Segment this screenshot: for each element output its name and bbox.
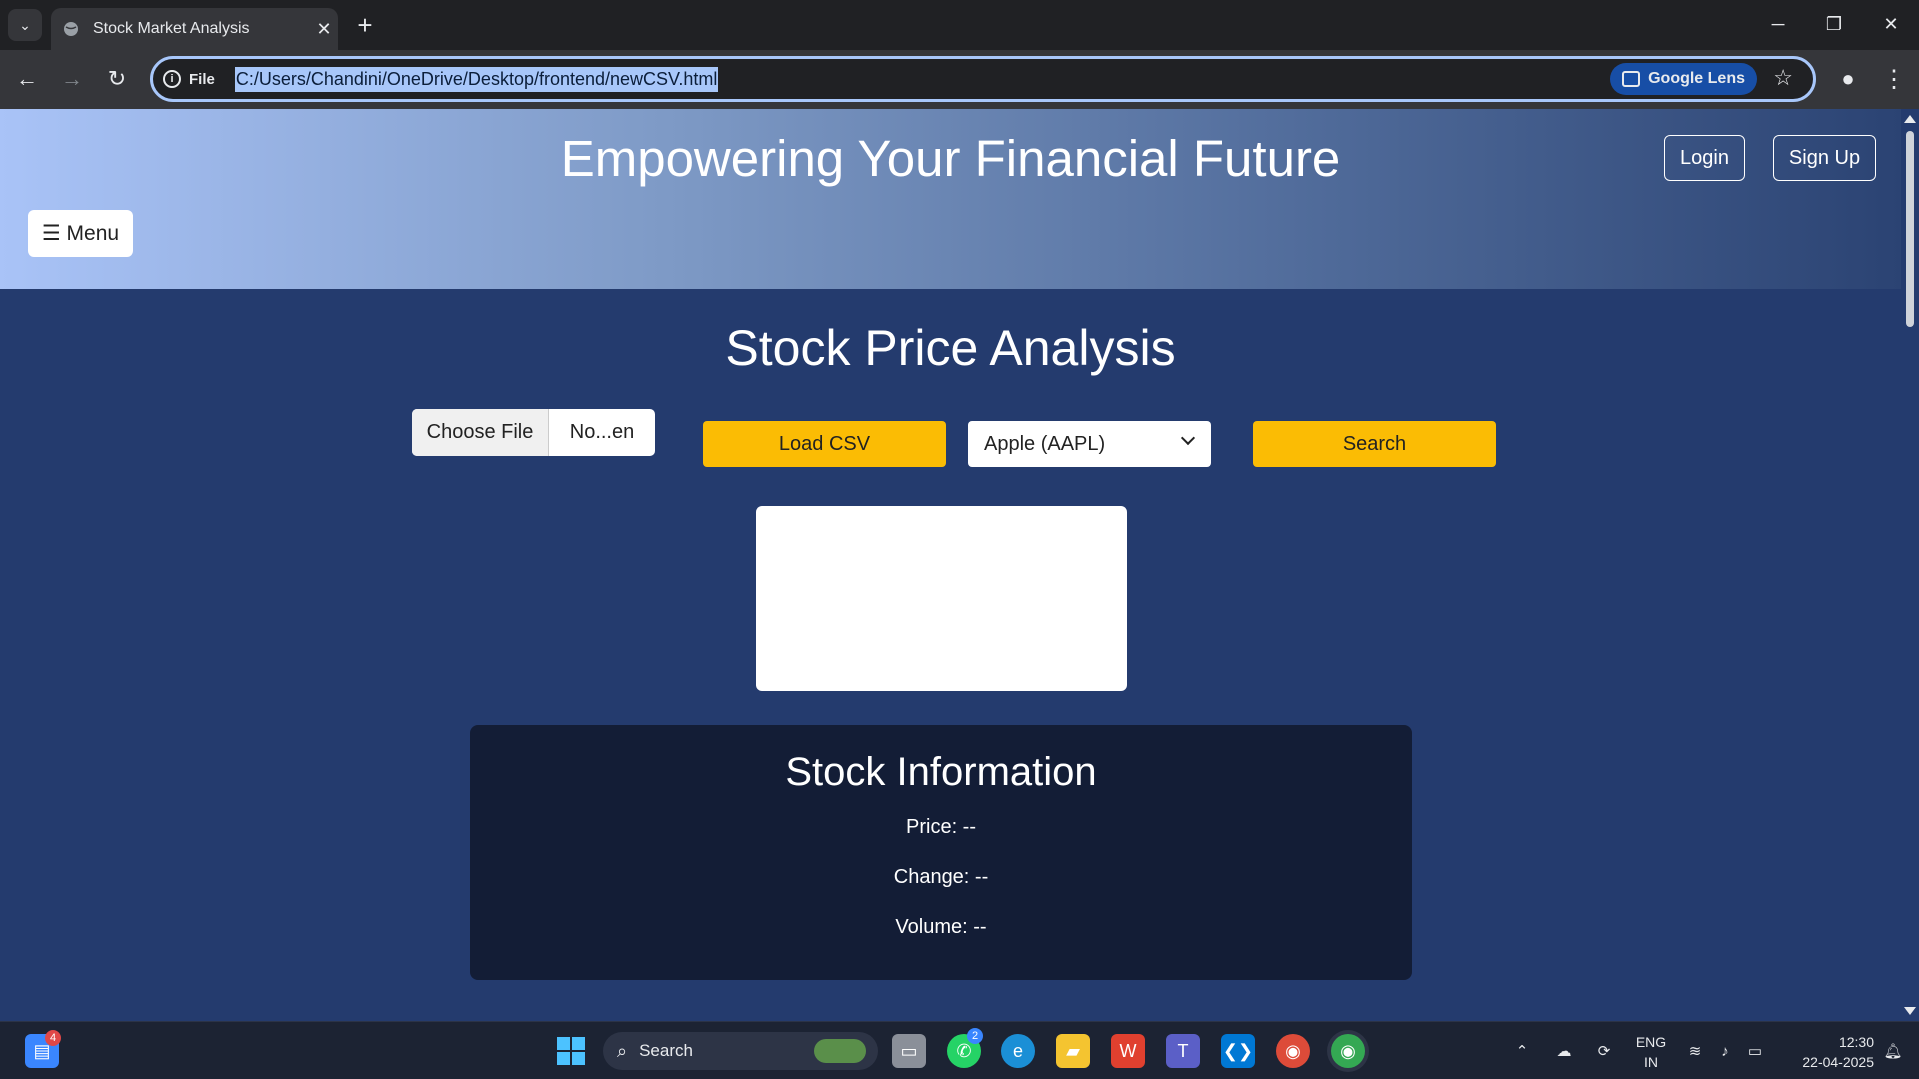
search-button[interactable]: Search [1253,421,1496,467]
choose-file-button[interactable]: Choose File [412,409,549,456]
stock-info-title: Stock Information [785,750,1097,794]
page-viewport: Empowering Your Financial Future Login S… [0,109,1901,1021]
lang-bottom: IN [1644,1054,1658,1070]
address-bar[interactable]: i File C:/Users/Chandini/OneDrive/Deskto… [150,56,1816,102]
tab-search-button[interactable]: ⌄ [8,9,42,41]
load-csv-button[interactable]: Load CSV [703,421,946,467]
chrome-profile-icon[interactable]: ◉ [1276,1034,1310,1068]
lang-top: ENG [1635,1034,1667,1050]
restore-button[interactable]: ❐ [1814,8,1854,40]
page-scrollbar[interactable] [1901,109,1919,1021]
store-icon[interactable]: ▤ 4 [25,1030,61,1068]
whatsapp-icon[interactable]: ✆ 2 [947,1028,983,1068]
reload-button[interactable]: ↻ [100,62,134,96]
volume-text: Volume: -- [895,916,987,938]
scroll-up-arrow-icon[interactable] [1904,115,1916,123]
file-name-text: No...en [569,421,635,443]
notification-bell-icon[interactable]: 🔔︎ [1880,1022,1906,1079]
url-text[interactable]: C:/Users/Chandini/OneDrive/Desktop/front… [234,66,719,92]
file-input[interactable]: Choose File No...en [412,409,655,456]
file-explorer-icon[interactable]: ▰ [1056,1034,1090,1068]
back-button[interactable]: ← [10,62,44,96]
info-icon: i [163,70,181,88]
volume-icon[interactable]: ♪ [1713,1022,1737,1079]
system-clock[interactable]: 12:30 22-04-2025 [1780,1032,1874,1072]
stock-info-panel: Stock Information Price: -- Change: -- V… [470,725,1412,980]
camera-icon [1622,71,1641,87]
login-button[interactable]: Login [1664,135,1745,181]
google-lens-button[interactable]: Google Lens [1610,63,1757,95]
taskbar-search-box[interactable]: ⌕ Search [603,1032,878,1070]
minimize-button[interactable]: ─ [1758,8,1798,40]
more-menu-icon[interactable]: ⋮ [1879,62,1909,96]
sync-icon[interactable]: ⟳ [1590,1022,1618,1079]
edge-icon[interactable]: e [1001,1034,1035,1068]
clock-time: 12:30 [1838,1034,1874,1050]
browser-tabstrip: ⌄ Stock Market Analysis ✕ + ─ ❐ ✕ [0,0,1919,50]
signup-button[interactable]: Sign Up [1773,135,1876,181]
site-label: File [189,70,215,88]
tab-stock-market-analysis[interactable]: Stock Market Analysis ✕ [51,8,338,50]
google-lens-label: Google Lens [1648,70,1745,87]
site-info-chip[interactable]: i File [163,70,215,88]
onedrive-icon[interactable]: ☁ [1550,1022,1578,1079]
hero-title: Empowering Your Financial Future [560,130,1341,187]
page-title: Stock Price Analysis [725,320,1176,376]
whatsapp-badge: 2 [967,1028,983,1044]
close-window-button[interactable]: ✕ [1871,8,1911,40]
scroll-thumb[interactable] [1906,131,1914,327]
taskbar-search-label: Search [639,1041,693,1060]
chart-canvas [756,506,1127,691]
scroll-down-arrow-icon[interactable] [1904,1007,1916,1015]
chevron-down-icon: ⌄ [19,16,31,33]
wifi-icon[interactable]: ≋ [1683,1022,1707,1079]
clock-date: 22-04-2025 [1802,1054,1874,1070]
chrome-icon[interactable]: ◉ [1331,1034,1365,1068]
tab-title: Stock Market Analysis [93,20,250,37]
show-hidden-icons-chevron-icon[interactable]: ⌃ [1510,1022,1534,1079]
windows-start-icon[interactable] [554,1034,588,1068]
browser-toolbar: ← → ↻ i File C:/Users/Chandini/OneDrive/… [0,50,1919,109]
tab-close-icon[interactable]: ✕ [310,19,338,40]
chevron-down-icon [1180,430,1196,446]
globe-icon [64,22,78,36]
profile-icon[interactable]: ● [1833,64,1863,94]
price-text: Price: -- [906,816,976,838]
language-indicator[interactable]: ENG IN [1628,1032,1674,1072]
stock-select[interactable]: Apple (AAPL) [968,421,1211,467]
windows-taskbar: ▤ 4 ⌕ Search ▭ ✆ 2 e ▰ W T ❮❯ ◉ ◉ ⌃ ☁ ⟳ … [0,1021,1919,1079]
forward-button[interactable]: → [55,62,89,96]
wps-office-icon[interactable]: W [1111,1034,1145,1068]
windows-logo-icon [557,1037,585,1065]
battery-icon[interactable]: ▭ [1743,1022,1767,1079]
menu-button[interactable]: ☰ Menu [28,210,133,257]
hero-header: Empowering Your Financial Future Login S… [0,109,1901,289]
teams-icon[interactable]: T [1166,1034,1200,1068]
search-icon: ⌕ [617,1040,628,1061]
new-tab-button[interactable]: + [350,10,380,40]
store-badge: 4 [45,1030,61,1046]
task-view-icon[interactable]: ▭ [892,1034,926,1068]
globe-decoration-icon [814,1039,866,1063]
bookmark-star-icon[interactable]: ☆ [1773,65,1793,91]
vscode-icon[interactable]: ❮❯ [1221,1034,1255,1068]
change-text: Change: -- [893,866,989,888]
stock-select-value: Apple (AAPL) [984,432,1106,455]
